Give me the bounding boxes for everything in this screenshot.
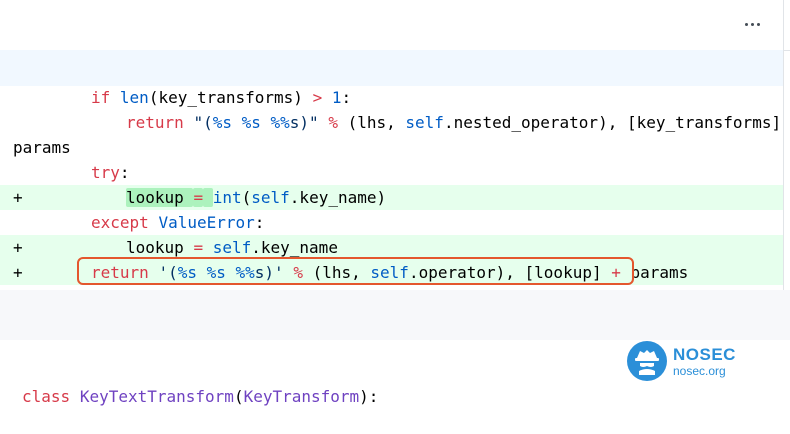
diff-marker: + xyxy=(13,238,23,257)
code-token: self xyxy=(212,238,252,257)
code-token: (key_transforms) xyxy=(148,88,313,107)
code-line: if len(key_transforms) > 1: xyxy=(0,85,783,110)
code-token: params xyxy=(13,138,71,157)
code-text: class KeyTextTransform(KeyTransform): xyxy=(22,384,378,409)
code-token: lookup xyxy=(126,238,194,257)
code-text: if len(key_transforms) > 1: xyxy=(91,85,351,110)
code-line: try: xyxy=(0,160,783,185)
code-token: %s xyxy=(241,113,261,132)
code-token xyxy=(203,188,213,207)
watermark-logo: NOSEC nosec.org xyxy=(627,341,736,381)
code-text: return "(%s %s %%s)" % (lhs, self.nested… xyxy=(126,110,790,135)
code-text: lookup = int(self.key_name) xyxy=(126,185,386,210)
code-token: % xyxy=(328,113,338,132)
code-token: int xyxy=(212,188,242,207)
code-line: class KeyTextTransform(KeyTransform): xyxy=(0,384,783,409)
code-token: class xyxy=(22,387,71,406)
code-token: lookup xyxy=(126,188,194,207)
watermark-domain: nosec.org xyxy=(673,363,726,378)
code-token: = xyxy=(193,188,204,207)
code-text: params xyxy=(13,135,71,160)
code-token: %% xyxy=(270,113,290,132)
hunk-expander-row[interactable] xyxy=(0,290,790,340)
annotation-highlight-box xyxy=(77,257,634,285)
code-token: : xyxy=(254,213,265,232)
code-token: : xyxy=(119,163,130,182)
code-token: except xyxy=(91,213,149,232)
code-token: KeyTextTransform xyxy=(79,387,234,406)
code-token: ( xyxy=(233,387,244,406)
code-token: ): xyxy=(359,387,379,406)
code-token: .key_name xyxy=(251,238,338,257)
code-token: if xyxy=(91,88,111,107)
code-line: return "(%s %s %%s)" % (lhs, self.nested… xyxy=(0,110,783,135)
code-token: s)" xyxy=(289,113,319,132)
diff-marker: + xyxy=(13,188,23,207)
code-token: try xyxy=(91,163,120,182)
code-token: ( xyxy=(241,188,252,207)
code-token: self xyxy=(405,113,444,132)
code-line-added: + lookup = int(self.key_name) xyxy=(0,185,783,210)
code-line-wrapped: params xyxy=(0,135,783,160)
code-token: self xyxy=(251,188,290,207)
code-token: .nested_operator), [key_transforms] xyxy=(443,113,790,132)
code-token: > xyxy=(312,88,323,107)
spy-hat-icon xyxy=(627,341,667,381)
code-token: "( xyxy=(193,113,213,132)
code-token: : xyxy=(341,88,352,107)
code-text: except ValueError: xyxy=(91,210,264,235)
code-token: 1 xyxy=(331,88,342,107)
code-token: = xyxy=(193,238,204,257)
code-token: return xyxy=(126,113,184,132)
code-token: (lhs, xyxy=(337,113,406,132)
code-line: except ValueError: xyxy=(0,210,783,235)
diff-marker: + xyxy=(13,263,23,282)
code-token: .key_name) xyxy=(289,188,387,207)
code-token: %s xyxy=(212,113,232,132)
code-text: try: xyxy=(91,160,130,185)
watermark-name: NOSEC xyxy=(673,344,736,364)
code-token: len xyxy=(119,88,149,107)
hunk-expander-row[interactable] xyxy=(0,50,783,86)
kebab-horizontal-icon[interactable] xyxy=(740,12,764,36)
code-token: KeyTransform xyxy=(243,387,360,406)
code-token: ValueError xyxy=(158,213,255,232)
diff-border xyxy=(783,0,784,290)
diff-file-header xyxy=(0,0,790,51)
